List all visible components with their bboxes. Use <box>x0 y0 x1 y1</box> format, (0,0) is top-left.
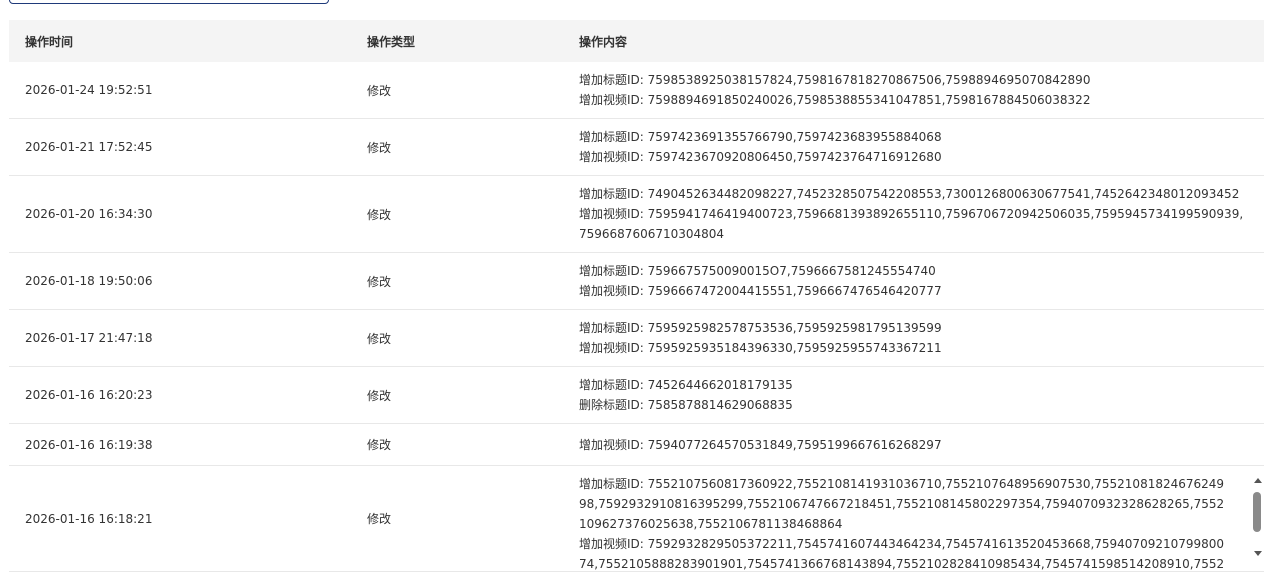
header-content: 操作内容 <box>579 34 628 49</box>
row-content-scrollable[interactable]: 增加标题ID: 7552107560817360922,755210814193… <box>579 466 1264 571</box>
row-content: 增加标题ID: 7597423691355766790,759742368395… <box>579 127 1264 167</box>
scroll-up-icon[interactable] <box>1254 478 1262 483</box>
row-type: 修改 <box>367 140 392 155</box>
row-time: 2026-01-17 21:47:18 <box>25 331 153 345</box>
header-time: 操作时间 <box>25 34 74 49</box>
row-content: 增加标题ID: 7598538925038157824,759816781827… <box>579 70 1264 110</box>
content-line: 增加标题ID: 7595925982578753536,759592598179… <box>579 321 942 335</box>
content-line: 删除标题ID: 7585878814629068835 <box>579 398 793 412</box>
content-line: 增加视频ID: 7596667472004415551,759666747654… <box>579 284 942 298</box>
content-line: 增加标题ID: 7552107560817360922,755210814193… <box>579 477 1225 531</box>
row-type: 修改 <box>367 388 392 403</box>
content-line: 增加视频ID: 7595941746419400723,759668139389… <box>579 207 1244 241</box>
row-time: 2026-01-20 16:34:30 <box>25 207 153 221</box>
scrollbar-thumb[interactable] <box>1253 492 1261 532</box>
row-content: 增加视频ID: 7594077264570531849,759519966761… <box>579 435 1264 455</box>
row-time: 2026-01-21 17:52:45 <box>25 140 153 154</box>
row-type: 修改 <box>367 207 392 222</box>
content-line: 增加标题ID: 7598538925038157824,759816781827… <box>579 73 1091 87</box>
row-type: 修改 <box>367 331 392 346</box>
table-row: 2026-01-24 19:52:51 修改 增加标题ID: 759853892… <box>9 62 1264 119</box>
row-type: 修改 <box>367 512 392 526</box>
row-type: 修改 <box>367 438 392 452</box>
operation-log-table: 操作时间 操作类型 操作内容 2026-01-24 19:52:51 修改 增加… <box>9 20 1264 572</box>
row-type: 修改 <box>367 274 392 289</box>
content-line: 增加标题ID: 7596675750090015O7,7596667581245… <box>579 264 936 278</box>
table-row: 2026-01-20 16:34:30 修改 增加标题ID: 749045263… <box>9 176 1264 253</box>
row-time: 2026-01-16 16:18:21 <box>25 511 153 526</box>
table-row: 2026-01-18 19:50:06 修改 增加标题ID: 759667575… <box>9 253 1264 310</box>
content-line: 增加视频ID: 7592932829505372211,754574160744… <box>579 537 1225 571</box>
row-content: 增加标题ID: 7490452634482098227,745232850754… <box>579 184 1264 244</box>
header-type: 操作类型 <box>367 34 416 49</box>
search-input[interactable] <box>9 0 329 4</box>
table-row: 2026-01-16 16:20:23 修改 增加标题ID: 745264466… <box>9 367 1264 424</box>
table-row: 2026-01-16 16:19:38 修改 增加视频ID: 759407726… <box>9 424 1264 466</box>
row-time: 2026-01-24 19:52:51 <box>25 83 153 97</box>
table-row: 2026-01-21 17:52:45 修改 增加标题ID: 759742369… <box>9 119 1264 176</box>
scroll-down-icon[interactable] <box>1254 551 1262 556</box>
content-line: 增加标题ID: 7597423691355766790,759742368395… <box>579 130 942 144</box>
row-time: 2026-01-16 16:20:23 <box>25 388 153 402</box>
table-row: 2026-01-17 21:47:18 修改 增加标题ID: 759592598… <box>9 310 1264 367</box>
row-type: 修改 <box>367 83 392 98</box>
row-time: 2026-01-18 19:50:06 <box>25 274 153 288</box>
table-row: 2026-01-16 16:18:21 修改 增加标题ID: 755210756… <box>9 466 1264 572</box>
content-line: 增加标题ID: 7490452634482098227,745232850754… <box>579 187 1240 201</box>
content-line: 增加视频ID: 7598894691850240026,759853885534… <box>579 93 1091 107</box>
content-line: 增加视频ID: 7595925935184396330,759592595574… <box>579 341 942 355</box>
vertical-scrollbar[interactable] <box>1252 474 1264 558</box>
row-content: 增加标题ID: 7595925982578753536,759592598179… <box>579 318 1264 358</box>
content-line: 增加视频ID: 7594077264570531849,759519966761… <box>579 437 942 452</box>
content-line: 增加标题ID: 7452644662018179135 <box>579 378 793 392</box>
table-header: 操作时间 操作类型 操作内容 <box>9 20 1264 62</box>
row-content: 增加标题ID: 7452644662018179135 删除标题ID: 7585… <box>579 375 1264 415</box>
row-content: 增加标题ID: 7596675750090015O7,7596667581245… <box>579 261 1264 301</box>
content-line: 增加视频ID: 7597423670920806450,759742376471… <box>579 150 942 164</box>
row-time: 2026-01-16 16:19:38 <box>25 437 153 452</box>
